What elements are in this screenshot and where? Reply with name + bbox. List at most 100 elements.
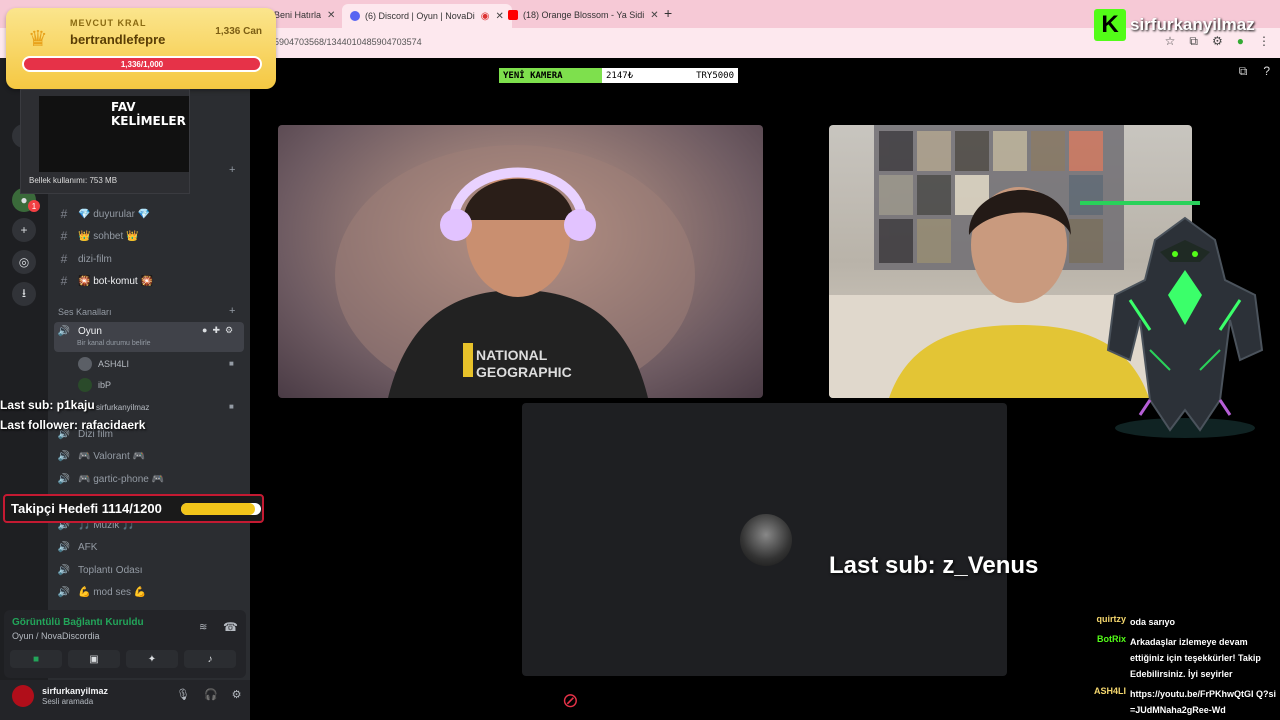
- tab-beni-hatirla[interactable]: Beni Hatırla ✕: [266, 4, 343, 26]
- add-voice-channel-icon[interactable]: +: [229, 305, 235, 317]
- channel-bot-komut[interactable]: # 🎇 bot-komut 🎇: [56, 271, 153, 291]
- connection-status[interactable]: Görüntülü Bağlantı Kuruldu: [12, 617, 144, 628]
- channel-label: dizi-film: [78, 253, 112, 265]
- camera-icon: ■: [229, 359, 234, 368]
- invite-icon[interactable]: ✚: [212, 325, 220, 336]
- avatar: [78, 357, 92, 371]
- channel-duyurular[interactable]: # 💎 duyurular 💎: [56, 204, 151, 224]
- channel-label: 💎 duyurular 💎: [78, 208, 151, 220]
- gear-icon[interactable]: ⚙: [232, 688, 242, 701]
- channel-status[interactable]: Bir kanal durumu belirle: [77, 340, 151, 347]
- popout-icon[interactable]: ⧉: [1239, 64, 1248, 79]
- avatar[interactable]: [12, 685, 34, 707]
- member-name: ASH4LI: [98, 359, 130, 369]
- voice-channel-toplanti[interactable]: 🔊 Toplantı Odası: [56, 560, 143, 580]
- svg-text:GEOGRAPHIC: GEOGRAPHIC: [476, 364, 572, 380]
- hash-icon: #: [60, 274, 68, 288]
- voice-category[interactable]: Ses Kanalları: [58, 307, 112, 317]
- user-name[interactable]: sirfurkanyilmaz: [42, 686, 108, 696]
- close-icon[interactable]: ✕: [327, 10, 335, 21]
- channel-label: 👑 sohbet 👑: [78, 230, 139, 242]
- soundboard-button[interactable]: ♪: [184, 650, 236, 668]
- channel-action-icons: ● ✚ ⚙: [202, 325, 233, 336]
- voice-channel-afk[interactable]: 🔊 AFK: [56, 537, 98, 557]
- avatar: [78, 378, 92, 392]
- screen-share-button[interactable]: ▣: [68, 650, 120, 668]
- chat-text: https://youtu.be/FrPKhwQtGI Q?si=JUdMNah…: [1130, 689, 1276, 715]
- avatar: [740, 514, 792, 566]
- chat-overlay: quirtzy oda sarıyo BotRix Arkadaşlar izl…: [1084, 614, 1280, 720]
- chat-icon[interactable]: ●: [202, 325, 207, 336]
- download-icon[interactable]: ⭳: [12, 282, 36, 306]
- camera-button[interactable]: ■: [10, 650, 62, 668]
- explore-icon[interactable]: ◎: [12, 250, 36, 274]
- user-controls: 🎙 🎧 ⚙: [176, 688, 242, 701]
- user-panel: sirfurkanyilmaz Sesli aramada 🎙 🎧 ⚙: [0, 680, 250, 720]
- voice-channel-mod-ses[interactable]: 🔊 💪 mod ses 💪: [56, 582, 147, 602]
- new-tab-icon[interactable]: +: [664, 5, 672, 21]
- channel-dizi-film[interactable]: # dizi-film: [56, 249, 112, 269]
- speaker-icon: 🔊: [57, 473, 71, 485]
- help-icon[interactable]: ?: [1263, 64, 1270, 79]
- follower-goal-text: Takipçi Hedefi 1114/1200: [11, 501, 162, 516]
- king-name: bertrandlefepre: [70, 32, 166, 47]
- headphones-icon[interactable]: 🎧: [204, 688, 218, 701]
- voice-member[interactable]: ibP: [78, 376, 111, 394]
- voice-channel-oyun[interactable]: 🔊 Oyun: [56, 321, 102, 341]
- camera-goal-target: TRY5000: [696, 70, 734, 81]
- menu-icon[interactable]: ⋮: [1258, 34, 1270, 49]
- chat-message: ASH4LI https://youtu.be/FrPKhwQtGI Q?si=…: [1084, 686, 1280, 718]
- voice-channel-gartic[interactable]: 🔊 🎮 gartic-phone 🎮: [56, 469, 164, 489]
- activity-button[interactable]: ✦: [126, 650, 178, 668]
- armored-character-illustration: [1106, 216, 1264, 438]
- voice-connection-panel: Görüntülü Bağlantı Kuruldu Oyun / NovaDi…: [4, 610, 246, 678]
- microphone-icon[interactable]: 🎙: [176, 688, 190, 701]
- camera-goal-label: YENİ KAMERA: [499, 68, 602, 83]
- add-server-icon[interactable]: +: [12, 218, 36, 242]
- follower-goal-fill: [181, 503, 256, 515]
- thumbnail-title: FAV KELİMELER: [111, 100, 186, 128]
- channel-sohbet[interactable]: # 👑 sohbet 👑: [56, 226, 139, 246]
- notification-badge: 1: [28, 200, 40, 212]
- channel-label: 🎮 gartic-phone 🎮: [78, 473, 165, 485]
- chat-username: quirtzy: [1096, 614, 1126, 624]
- voice-member[interactable]: ASH4LI: [78, 355, 129, 373]
- recording-icon: ◉: [480, 10, 490, 22]
- last-follower-label: Last follower: rafacidaerk: [0, 418, 146, 432]
- close-icon[interactable]: ✕: [650, 10, 658, 21]
- url-text[interactable]: 5904703568/1344010485904703574: [274, 37, 422, 47]
- king-health: 1,336 Can: [215, 26, 262, 37]
- speaker-icon: 🔊: [57, 450, 71, 462]
- tab-youtube[interactable]: (18) Orange Blossom - Ya Sidi ✕: [500, 4, 667, 26]
- connection-channel[interactable]: Oyun / NovaDiscordia: [12, 631, 100, 641]
- camera-icon: ■: [229, 402, 234, 411]
- follower-goal-widget: Takipçi Hedefi 1114/1200: [3, 494, 264, 523]
- chat-text: oda sarıyo: [1130, 617, 1176, 627]
- chat-text: Arkadaşlar izlemeye devam ettiğiniz için…: [1130, 637, 1261, 679]
- follower-goal-bar: [181, 503, 261, 515]
- speaker-icon: 🔊: [57, 564, 71, 576]
- add-channel-icon[interactable]: +: [229, 164, 235, 176]
- king-health-bar: 1,336/1,000: [22, 56, 262, 72]
- chat-username: BotRix: [1097, 634, 1126, 644]
- chat-username: ASH4LI: [1093, 686, 1126, 696]
- video-tile-streamer[interactable]: NATIONAL GEOGRAPHIC: [278, 125, 763, 398]
- channel-label: Oyun: [78, 325, 102, 337]
- channel-label: 🎇 bot-komut 🎇: [78, 275, 153, 287]
- tab-label: (6) Discord | Oyun | NovaDi: [365, 11, 475, 21]
- voice-channel-valorant[interactable]: 🔊 🎮 Valorant 🎮: [56, 446, 145, 466]
- streamer-name: sirfurkanyilmaz: [1130, 15, 1255, 34]
- hash-icon: #: [60, 252, 68, 266]
- speaker-icon: 🔊: [57, 325, 71, 337]
- noise-icon[interactable]: ≋: [199, 622, 207, 633]
- gear-icon[interactable]: ⚙: [225, 325, 233, 336]
- hash-icon: #: [60, 207, 68, 221]
- svg-text:NATIONAL: NATIONAL: [476, 347, 548, 363]
- channel-label: Toplantı Odası: [78, 564, 143, 576]
- disconnect-icon[interactable]: ☎: [223, 620, 238, 634]
- tab-discord[interactable]: (6) Discord | Oyun | NovaDi ◉ ✕: [342, 4, 512, 28]
- taskbar-thumbnail[interactable]: FAV KELİMELER Bellek kullanımı: 753 MB: [20, 89, 190, 194]
- chat-message: quirtzy oda sarıyo: [1084, 614, 1280, 630]
- voice-member[interactable]: sirfurkanyilmaz: [96, 398, 149, 416]
- slash-logo-icon: ⊘: [562, 690, 579, 712]
